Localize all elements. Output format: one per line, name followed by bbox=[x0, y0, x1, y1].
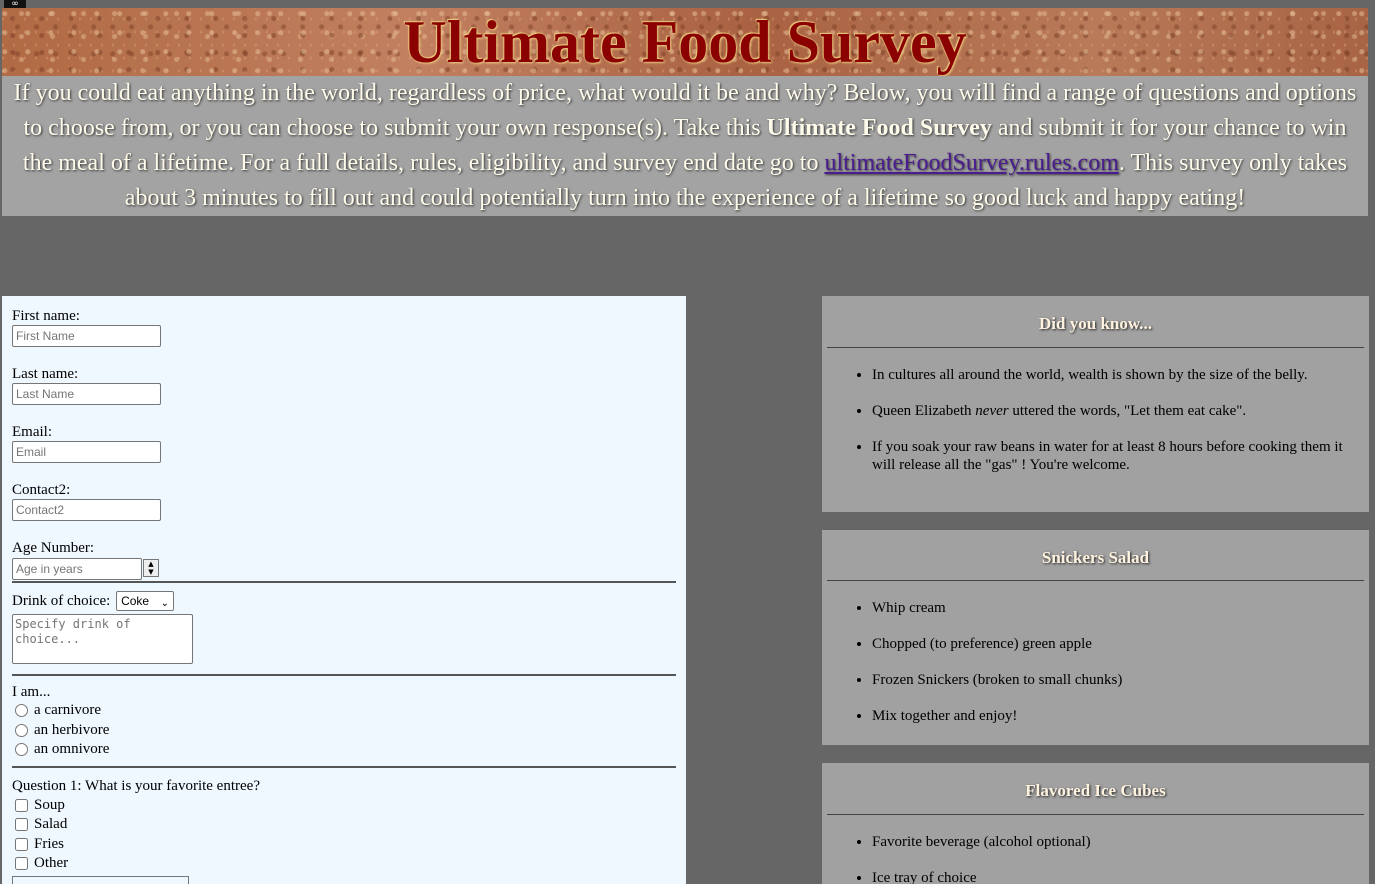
last-name-input[interactable] bbox=[12, 383, 161, 405]
list-item: Ice tray of choice bbox=[872, 869, 1369, 884]
last-name-field: Last name: bbox=[12, 366, 676, 424]
card-list: Favorite beverage (alcohol optional) Ice… bbox=[822, 815, 1369, 884]
list-item: Whip cream bbox=[872, 599, 1369, 617]
list-item: Frozen Snickers (broken to small chunks) bbox=[872, 671, 1369, 689]
entree-option-label: Other bbox=[34, 855, 69, 871]
fact-emphasis: never bbox=[975, 403, 1009, 419]
age-label: Age Number: bbox=[12, 540, 95, 556]
list-item: Chopped (to preference) green apple bbox=[872, 635, 1369, 653]
diet-option-label: a carnivore bbox=[34, 702, 102, 718]
rules-link[interactable]: ultimateFoodSurvey.rules.com bbox=[824, 150, 1118, 176]
last-name-label: Last name: bbox=[12, 366, 79, 382]
diet-radio-carnivore[interactable] bbox=[15, 704, 28, 718]
diet-group: I am... a carnivore an herbivore an omni… bbox=[12, 684, 676, 760]
diet-label: I am... bbox=[12, 684, 51, 700]
divider bbox=[12, 765, 676, 768]
entree-option-label: Salad bbox=[34, 816, 68, 832]
diet-radio-omnivore[interactable] bbox=[15, 743, 28, 757]
drink-field: Drink of choice: Coke ⌄ bbox=[12, 591, 676, 611]
card-flavored-ice-cubes: Flavored Ice Cubes Favorite beverage (al… bbox=[822, 763, 1369, 884]
card-title: Flavored Ice Cubes bbox=[1025, 781, 1166, 800]
contact2-input[interactable] bbox=[12, 499, 161, 521]
intro-bold-title: Ultimate Food Survey bbox=[766, 115, 992, 141]
list-item: In cultures all around the world, wealth… bbox=[872, 366, 1369, 384]
entree-checkbox-salad[interactable] bbox=[15, 818, 28, 832]
header-banner: Ultimate Food Survey bbox=[2, 8, 1368, 76]
drink-textarea-block bbox=[12, 614, 676, 664]
card-title: Snickers Salad bbox=[1041, 548, 1150, 567]
corner-badge: ∞ bbox=[4, 0, 26, 9]
contact2-label: Contact2: bbox=[12, 482, 71, 498]
divider bbox=[12, 674, 676, 676]
diet-radio-herbivore[interactable] bbox=[15, 723, 28, 737]
drink-label: Drink of choice: bbox=[12, 593, 111, 609]
age-input[interactable] bbox=[12, 558, 142, 580]
list-item: Mix together and enjoy! bbox=[872, 707, 1369, 725]
drink-select[interactable]: Coke bbox=[116, 591, 175, 611]
fact-text-end: uttered the words, "Let them eat cake". bbox=[1008, 403, 1247, 419]
drink-textarea[interactable] bbox=[12, 614, 193, 664]
entree-option-label: Soup bbox=[34, 796, 65, 813]
card-list: Whip cream Chopped (to preference) green… bbox=[822, 581, 1369, 725]
entree-option-label: Fries bbox=[34, 835, 64, 852]
card-title: Did you know... bbox=[1039, 314, 1152, 333]
intro-panel: If you could eat anything in the world, … bbox=[2, 76, 1368, 216]
email-label: Email: bbox=[12, 424, 52, 440]
diet-option: an omnivore bbox=[12, 740, 676, 760]
intro-text: If you could eat anything in the world, … bbox=[2, 76, 1368, 216]
entree-option: Fries bbox=[12, 835, 676, 855]
divider bbox=[12, 581, 676, 583]
card-did-you-know: Did you know... In cultures all around t… bbox=[822, 296, 1369, 512]
entree-checkbox-fries[interactable] bbox=[15, 837, 28, 851]
first-name-label: First name: bbox=[12, 308, 80, 324]
entree-option: Other bbox=[12, 854, 676, 874]
list-item: Queen Elizabeth never uttered the words,… bbox=[872, 402, 1369, 420]
entree-checkbox-soup[interactable] bbox=[15, 798, 28, 812]
diet-option: a carnivore bbox=[12, 701, 676, 721]
card-list: In cultures all around the world, wealth… bbox=[822, 348, 1369, 474]
age-spinner[interactable]: ▲ ▼ bbox=[143, 559, 159, 577]
entree-option: Salad bbox=[12, 815, 676, 835]
age-field: Age Number: ▲▼ bbox=[12, 540, 676, 581]
spinner-up-icon[interactable]: ▲ bbox=[148, 560, 153, 568]
diet-option: an herbivore bbox=[12, 721, 676, 741]
first-name-input[interactable] bbox=[12, 325, 161, 347]
drink-select-wrap: Coke ⌄ bbox=[114, 591, 175, 611]
contact2-field: Contact2: bbox=[12, 482, 676, 540]
other-entree-input[interactable] bbox=[12, 875, 189, 884]
survey-form: First name: Last name: Email: Contact2: … bbox=[2, 296, 686, 884]
age-number-box: ▲▼ bbox=[12, 557, 159, 580]
list-item: If you soak your raw beans in water for … bbox=[872, 438, 1369, 474]
question1-label: Question 1: What is your favorite entree… bbox=[12, 777, 260, 794]
page-title: Ultimate Food Survey bbox=[403, 9, 967, 75]
first-name-field: First name: bbox=[12, 308, 676, 366]
entree-option: Soup bbox=[12, 796, 676, 816]
email-input[interactable] bbox=[12, 441, 161, 463]
question1-group: Question 1: What is your favorite entree… bbox=[12, 776, 676, 884]
diet-option-label: an herbivore bbox=[34, 721, 110, 738]
list-item: Favorite beverage (alcohol optional) bbox=[872, 833, 1369, 851]
fact-text-start: Queen Elizabeth bbox=[872, 403, 976, 419]
email-field: Email: bbox=[12, 424, 676, 482]
entree-checkbox-other[interactable] bbox=[15, 857, 28, 871]
diet-option-label: an omnivore bbox=[34, 741, 110, 757]
card-snickers-salad: Snickers Salad Whip cream Chopped (to pr… bbox=[822, 530, 1369, 745]
spinner-down-icon[interactable]: ▼ bbox=[148, 568, 153, 576]
